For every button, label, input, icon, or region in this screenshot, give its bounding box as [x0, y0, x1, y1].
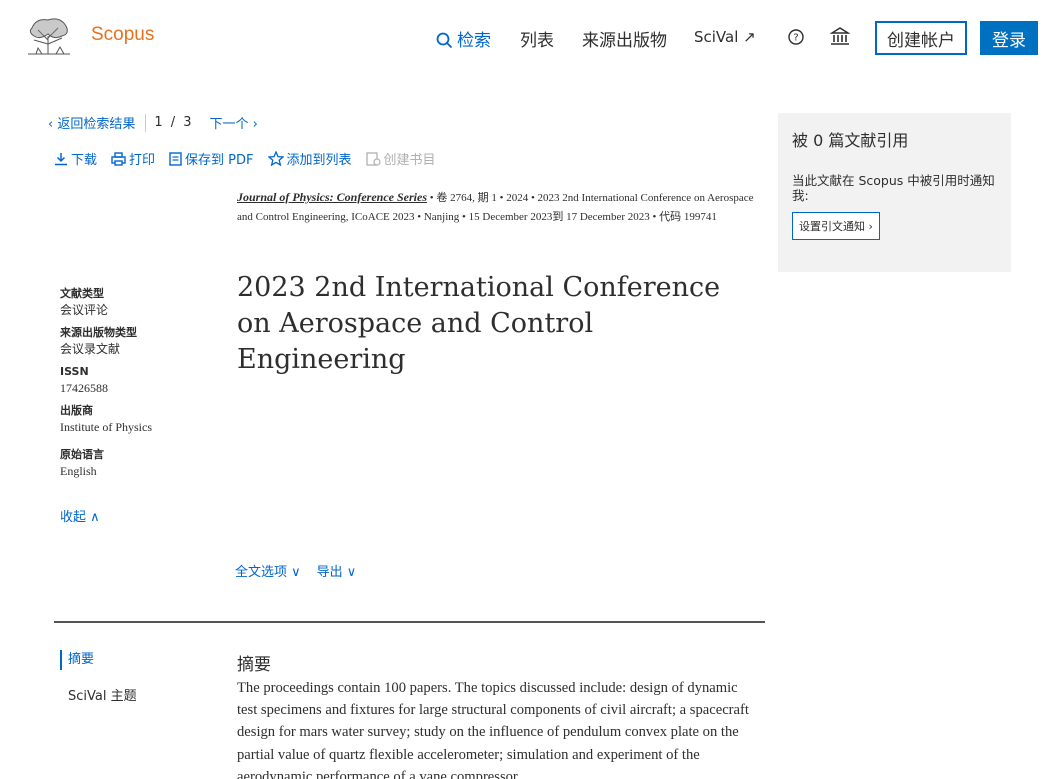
- collapse-metadata-button[interactable]: 收起 ∧: [60, 506, 100, 525]
- bibliography-icon: [365, 151, 381, 166]
- next-result-link[interactable]: 下一个 ›: [210, 113, 258, 132]
- print-icon: [111, 151, 126, 166]
- divider: [145, 113, 147, 132]
- document-options: 全文选项 ∨ 导出 ∨: [235, 561, 356, 580]
- issn-value: 17426588: [60, 381, 108, 395]
- section-nav-abstract[interactable]: 摘要: [60, 650, 94, 670]
- full-text-options-dropdown[interactable]: 全文选项 ∨: [235, 561, 301, 580]
- source-information: Journal of Physics: Conference Series • …: [237, 188, 765, 227]
- document-title: 2023 2nd International Conference on Aer…: [237, 272, 721, 375]
- pdf-icon: [169, 151, 182, 166]
- search-icon: [436, 32, 453, 49]
- issn-label: ISSN: [60, 365, 89, 378]
- document-toolbar: 下载 打印 保存到 PDF 添加到列表 创建书目: [54, 149, 436, 168]
- document-metadata: 文献类型 会议评论 来源出版物类型 会议录文献 ISSN 17426588 出版…: [60, 280, 220, 480]
- svg-text:?: ?: [793, 33, 798, 44]
- journal-link[interactable]: Journal of Physics: Conference Series: [237, 190, 427, 204]
- publisher-value: Institute of Physics: [60, 420, 152, 434]
- abstract-text: The proceedings contain 100 papers. The …: [237, 680, 749, 779]
- elsevier-logo[interactable]: [24, 14, 74, 58]
- top-header: Scopus 检索 列表 来源出版物 SciVal ↗ ? 创建帐户 登录: [0, 0, 1064, 76]
- nav-search[interactable]: 检索: [436, 26, 491, 51]
- download-button[interactable]: 下载: [54, 149, 97, 168]
- save-pdf-label: 保存到 PDF: [185, 153, 254, 168]
- section-nav-scival-topics[interactable]: SciVal 主题: [68, 685, 137, 704]
- star-icon: [267, 151, 284, 166]
- print-button[interactable]: 打印: [111, 149, 155, 168]
- institution-icon[interactable]: [829, 27, 851, 51]
- nav-scival[interactable]: SciVal ↗: [694, 28, 756, 46]
- add-to-list-button[interactable]: 添加到列表: [267, 149, 352, 168]
- result-position: 1 / 3: [154, 115, 194, 130]
- nav-sources[interactable]: 来源出版物: [582, 26, 667, 51]
- publisher-label: 出版商: [60, 404, 93, 417]
- help-icon[interactable]: ?: [788, 29, 804, 50]
- download-icon: [55, 152, 67, 165]
- login-button[interactable]: 登录: [980, 21, 1038, 55]
- back-to-results-link[interactable]: ‹ 返回检索结果: [48, 113, 135, 132]
- abstract-heading: 摘要: [237, 655, 271, 675]
- save-pdf-button[interactable]: 保存到 PDF: [169, 149, 254, 168]
- download-label: 下载: [71, 153, 98, 168]
- doc-type-value: 会议评论: [60, 303, 109, 317]
- add-to-list-label: 添加到列表: [286, 153, 352, 168]
- source-type-label: 来源出版物类型: [60, 326, 137, 339]
- nav-lists[interactable]: 列表: [520, 26, 554, 51]
- citation-panel: 被 0 篇文献引用 当此文献在 Scopus 中被引用时通知我: 设置引文通知 …: [778, 113, 1011, 272]
- brand-name[interactable]: Scopus: [91, 24, 154, 46]
- create-account-button[interactable]: 创建帐户: [875, 21, 967, 55]
- section-divider: [54, 621, 765, 623]
- citation-alert-description: 当此文献在 Scopus 中被引用时通知我:: [792, 173, 995, 203]
- cited-by-title: 被 0 篇文献引用: [792, 131, 909, 150]
- nav-search-label: 检索: [457, 31, 491, 51]
- doc-type-label: 文献类型: [60, 287, 104, 300]
- export-dropdown[interactable]: 导出 ∨: [317, 561, 357, 580]
- result-navigation: ‹ 返回检索结果 1 / 3 下一个 ›: [48, 113, 258, 132]
- source-type-value: 会议录文献: [60, 342, 121, 356]
- print-label: 打印: [129, 153, 156, 168]
- create-bibliography-label: 创建书目: [383, 153, 436, 168]
- set-citation-alert-button[interactable]: 设置引文通知 ›: [792, 212, 880, 240]
- language-label: 原始语言: [60, 448, 104, 461]
- create-bibliography-button[interactable]: 创建书目: [365, 149, 436, 168]
- language-value: English: [60, 464, 97, 478]
